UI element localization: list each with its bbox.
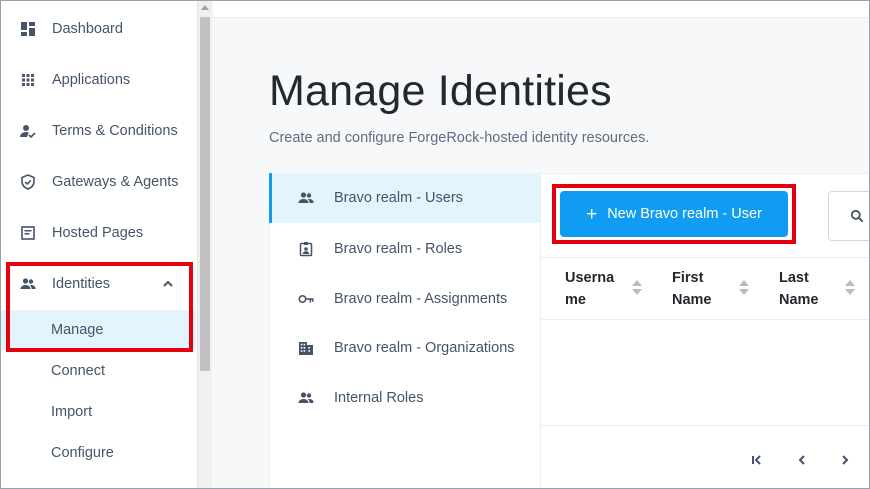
page-title: Manage Identities [269,67,612,115]
column-header-last-name[interactable]: Last Name [779,267,819,311]
sidebar-subitem-import[interactable]: Import [1,392,195,432]
page-subtitle: Create and configure ForgeRock-hosted id… [269,130,650,146]
next-page-button[interactable] [836,451,854,469]
sidebar-subitem-manage[interactable]: Manage [1,310,195,350]
column-header-username[interactable]: Userna me [565,267,614,311]
realm-item-organizations[interactable]: Bravo realm - Organizations [269,323,540,373]
search-input[interactable] [828,191,869,241]
realm-item-label: Bravo realm - Assignments [334,291,508,307]
app-window: Dashboard Applications Terms & Condition… [0,0,870,489]
column-header-text: Name [779,292,819,308]
people-icon [298,390,314,406]
new-user-button-label: New Bravo realm - User [607,206,762,222]
plus-icon: + [586,203,598,225]
sidebar-subitem-label: Connect [51,363,106,379]
column-header-first-name[interactable]: First Name [672,267,712,311]
sidebar-item-identities[interactable]: Identities [1,264,197,304]
realm-item-assignments[interactable]: Bravo realm - Assignments [269,274,540,324]
sidebar-scrollbar[interactable] [197,1,212,488]
top-bar [213,1,869,18]
sidebar-subitem-label: Import [51,404,93,420]
realm-item-users[interactable]: Bravo realm - Users [269,173,540,223]
sidebar-subitem-label: Configure [51,445,114,461]
sidebar-item-dashboard[interactable]: Dashboard [1,9,197,49]
chevron-right-icon [842,455,849,465]
realm-item-label: Bravo realm - Organizations [334,340,515,356]
column-header-text: Userna [565,270,615,286]
people-icon [19,275,37,293]
dashboard-icon [19,20,37,38]
realm-resource-list: Bravo realm - Users Bravo realm - Roles … [269,173,541,488]
badge-icon [298,241,314,257]
sidebar-item-label: Gateways & Agents [52,174,179,190]
previous-page-button[interactable] [793,451,811,469]
column-header-text: Name [672,292,712,308]
sidebar-item-label: Terms & Conditions [52,123,178,139]
sort-icon[interactable] [739,280,749,296]
first-page-icon [752,455,761,465]
sort-icon[interactable] [845,280,855,296]
sidebar-subitem-connect[interactable]: Connect [1,351,195,391]
column-header-text: Last [779,270,809,286]
shield-icon [19,173,37,191]
sidebar-item-terms-conditions[interactable]: Terms & Conditions [1,111,197,151]
apps-grid-icon [19,71,37,89]
chevron-up-icon[interactable] [161,277,175,291]
search-icon [850,209,864,223]
realm-item-label: Internal Roles [334,390,424,406]
page-icon [19,224,37,242]
sidebar-item-label: Identities [52,276,111,292]
sidebar-item-applications[interactable]: Applications [1,60,197,100]
building-icon [298,340,314,356]
sidebar-item-label: Applications [52,72,131,88]
sidebar: Dashboard Applications Terms & Condition… [1,1,197,488]
sort-icon[interactable] [632,280,642,296]
new-user-button[interactable]: + New Bravo realm - User [560,191,788,237]
column-header-text: First [672,270,704,286]
scroll-thumb[interactable] [200,17,210,371]
sidebar-item-label: Dashboard [52,21,123,37]
first-page-button[interactable] [748,451,766,469]
realm-item-label: Bravo realm - Roles [334,241,463,257]
realm-item-internal-roles[interactable]: Internal Roles [269,373,540,423]
sidebar-item-gateways-agents[interactable]: Gateways & Agents [1,162,197,202]
sidebar-subitem-configure[interactable]: Configure [1,433,195,473]
realm-item-roles[interactable]: Bravo realm - Roles [269,224,540,274]
sidebar-subitem-label: Manage [51,322,104,338]
table-divider [541,425,869,426]
sidebar-item-hosted-pages[interactable]: Hosted Pages [1,213,197,253]
sidebar-item-label: Hosted Pages [52,225,144,241]
key-icon [298,291,314,307]
chevron-left-icon [798,455,805,465]
realm-item-label: Bravo realm - Users [334,190,463,206]
column-header-text: me [565,292,586,308]
people-icon [298,190,314,206]
table-divider [541,257,869,258]
table-divider [541,319,869,320]
scroll-up-arrow-icon[interactable] [201,5,209,10]
user-check-icon [19,122,37,140]
